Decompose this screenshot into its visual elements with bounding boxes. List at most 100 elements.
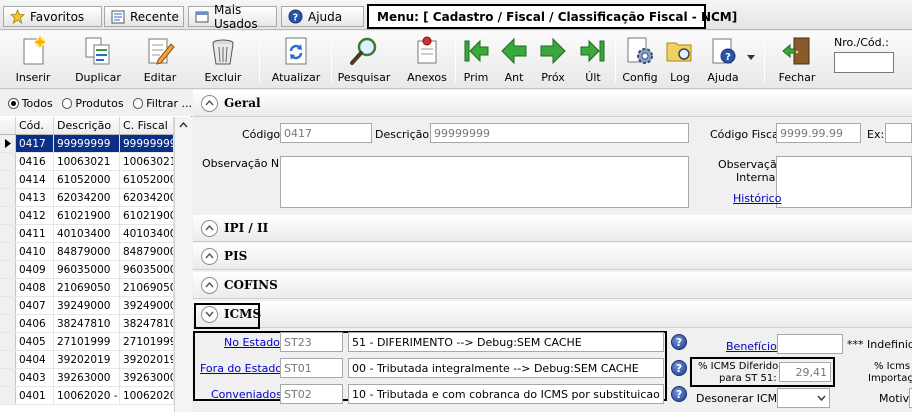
cell-cfiscal[interactable]: 38247810 (120, 315, 174, 332)
col-header-cod[interactable]: Cód. (16, 117, 54, 134)
table-row[interactable]: 0407 39249000 39249000 (0, 297, 192, 315)
editar-button[interactable]: Editar (137, 33, 183, 87)
table-row[interactable]: 0413 62034200 62034200 (0, 189, 192, 207)
col-header-cfiscal[interactable]: C. Fiscal (120, 117, 174, 134)
cell-descricao[interactable]: 96035000 (54, 261, 120, 278)
cell-cod[interactable]: 0412 (16, 207, 54, 224)
cell-cod[interactable]: 0413 (16, 189, 54, 206)
cell-descricao[interactable]: 10063021 (54, 153, 120, 170)
ajuda-button[interactable]: ? Ajuda (704, 33, 742, 87)
produtos-label[interactable]: Produtos (75, 97, 123, 110)
log-button[interactable]: Log (664, 33, 696, 87)
cell-cod[interactable]: 0414 (16, 171, 54, 188)
prim-button[interactable]: Prim (459, 33, 493, 87)
section-cofins[interactable]: COFINS (193, 272, 912, 299)
icms-diferido-field[interactable]: 29,41 (779, 362, 831, 382)
cell-cod[interactable]: 0409 (16, 261, 54, 278)
scroll-up-icon[interactable] (179, 122, 188, 128)
cell-cfiscal[interactable]: 40103400 (120, 225, 174, 242)
cell-descricao[interactable]: 38247810 (54, 315, 120, 332)
cell-cfiscal[interactable]: 61021900 (120, 207, 174, 224)
cell-cod[interactable]: 0407 (16, 297, 54, 314)
conveniados-code-field[interactable]: ST02 (280, 384, 343, 404)
table-row[interactable]: 0412 61021900 61021900 (0, 207, 192, 225)
cell-descricao[interactable]: 10062020 - A (54, 387, 120, 404)
tab-mais-usados[interactable]: Mais Usados (188, 3, 277, 31)
ncm-grid[interactable]: Cód. Descrição C. Fiscal 0417 99999999 999… (0, 117, 192, 405)
no-estado-link[interactable]: No Estado: (224, 336, 284, 349)
cell-cod[interactable]: 0405 (16, 333, 54, 350)
table-row[interactable]: 0405 27101999 27101999 (0, 333, 192, 351)
table-row[interactable]: 0416 10063021 10063021 (0, 153, 192, 171)
todos-radio[interactable] (8, 97, 19, 109)
tab-favoritos[interactable]: Favoritos (3, 6, 102, 27)
cell-descricao[interactable]: 61052000 (54, 171, 120, 188)
chevron-up-icon[interactable] (201, 276, 218, 294)
cell-cod[interactable]: 0406 (16, 315, 54, 332)
col-header-descricao[interactable]: Descrição (54, 117, 120, 134)
grid-scrollbar[interactable] (174, 117, 192, 412)
filtrar-label[interactable]: Filtrar ... (146, 97, 192, 110)
section-geral[interactable]: Geral (193, 90, 912, 117)
table-row[interactable]: 0411 40103400 40103400 (0, 225, 192, 243)
cell-cfiscal[interactable]: 39202019 (120, 351, 174, 368)
cell-cfiscal[interactable]: 62034200 (120, 189, 174, 206)
cell-descricao[interactable]: 40103400 (54, 225, 120, 242)
fora-estado-link[interactable]: Fora do Estado: (200, 362, 286, 375)
desonerar-select[interactable] (777, 388, 830, 408)
help-icon[interactable]: ? (671, 386, 687, 402)
cell-cod[interactable]: 0403 (16, 369, 54, 386)
cell-cfiscal[interactable]: 99999999 (120, 135, 174, 152)
chevron-up-icon[interactable] (201, 94, 218, 112)
anexos-button[interactable]: Anexos (406, 33, 448, 87)
cell-descricao[interactable]: 39202019 (54, 351, 120, 368)
table-row[interactable]: 0408 21069050 21069050 (0, 279, 192, 297)
cell-descricao[interactable]: 84879000 (54, 243, 120, 260)
todos-label[interactable]: Todos (22, 97, 53, 110)
table-row[interactable]: 0417 99999999 99999999 (0, 135, 192, 153)
cell-descricao[interactable]: 39263000 (54, 369, 120, 386)
table-row[interactable]: 0410 84879000 84879000 (0, 243, 192, 261)
cell-cfiscal[interactable]: 27101999 (120, 333, 174, 350)
help-icon[interactable]: ? (671, 334, 687, 350)
inserir-button[interactable]: Inserir (10, 33, 56, 87)
ult-button[interactable]: Últ (576, 33, 610, 87)
cell-cfiscal[interactable]: 10062020 (120, 387, 174, 404)
codigo-field[interactable]: 0417 (280, 123, 372, 143)
beneficio-field[interactable] (777, 334, 843, 354)
cell-descricao[interactable]: 21069050 (54, 279, 120, 296)
tab-ajuda[interactable]: ? Ajuda (281, 6, 364, 27)
no-estado-code-field[interactable]: ST23 (280, 332, 343, 352)
descricao-field[interactable]: 99999999 (430, 123, 689, 143)
cell-cfiscal[interactable]: 39249000 (120, 297, 174, 314)
table-row[interactable]: 0414 61052000 61052000 (0, 171, 192, 189)
cell-cod[interactable]: 0416 (16, 153, 54, 170)
table-row[interactable]: 0404 39202019 39202019 (0, 351, 192, 369)
table-row[interactable]: 0409 96035000 96035000 (0, 261, 192, 279)
tab-recente[interactable]: Recente (104, 6, 184, 27)
ant-button[interactable]: Ant (497, 33, 531, 87)
cell-descricao[interactable]: 61021900 (54, 207, 120, 224)
cell-cod[interactable]: 0411 (16, 225, 54, 242)
cell-cfiscal[interactable]: 39263000 (120, 369, 174, 386)
cell-cod[interactable]: 0410 (16, 243, 54, 260)
cell-cfiscal[interactable]: 84879000 (120, 243, 174, 260)
filtrar-radio[interactable] (132, 97, 144, 109)
historico-link[interactable]: Histórico (733, 192, 781, 205)
fora-estado-desc-field[interactable]: 00 - Tributada integralmente --> Debug:S… (348, 358, 664, 378)
duplicar-button[interactable]: Duplicar (72, 33, 124, 87)
config-button[interactable]: Config (620, 33, 660, 87)
fora-estado-code-field[interactable]: ST01 (280, 358, 343, 378)
no-estado-desc-field[interactable]: 51 - DIFERIMENTO --> Debug:SEM CACHE (348, 332, 664, 352)
chevron-up-icon[interactable] (201, 247, 218, 265)
excluir-button[interactable]: Excluir (200, 33, 246, 87)
obs-nf-field[interactable] (280, 156, 689, 208)
conveniados-link[interactable]: Conveniados: (211, 388, 286, 401)
produtos-radio[interactable] (61, 97, 73, 109)
cell-descricao[interactable]: 39249000 (54, 297, 120, 314)
cell-cfiscal[interactable]: 21069050 (120, 279, 174, 296)
cell-cfiscal[interactable]: 96035000 (120, 261, 174, 278)
codigo-fiscal-field[interactable]: 9999.99.99 (776, 123, 861, 143)
cell-descricao[interactable]: 27101999 (54, 333, 120, 350)
obs-interna-field[interactable] (776, 156, 912, 208)
